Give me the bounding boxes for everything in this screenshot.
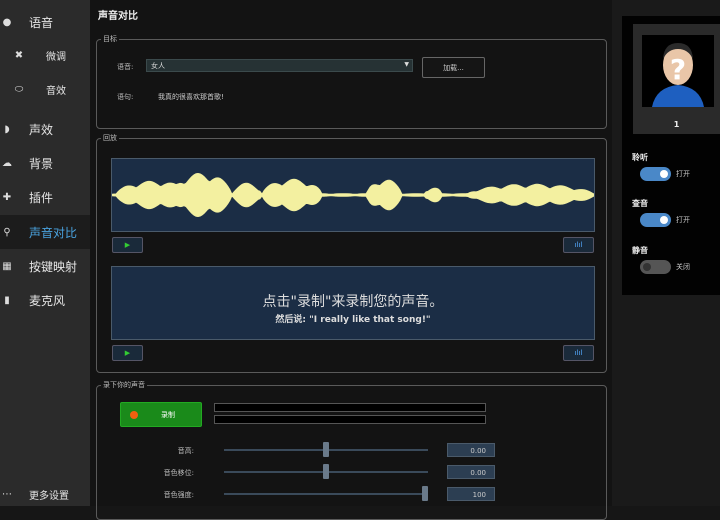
mute-label: 静音 [632,246,648,255]
sidebar-item-voice-compare[interactable]: ⚲ 声音对比 [0,215,90,249]
timbre-strength-slider[interactable] [224,486,428,501]
voice-icon: ● [2,16,12,28]
listen-toggle[interactable] [640,167,671,181]
chevron-down-icon: ▼ [404,61,409,68]
sidebar-item-microphone[interactable]: ▮ 麦克风 [0,283,90,317]
more-icon: ⋯ [2,488,12,500]
sentence-text: 我真的很喜欢那首歌! [158,93,224,101]
sidebar: ● 语音 ✖ 微调 ⬭ 音效 ◗ 声效 ☁ 背景 ✚ 插件 ⚲ 声音对比 ▦ 按键映射 ▮ 麦克风… [0,0,90,506]
level-meter-right [214,415,486,424]
page-title: 声音对比 [98,11,138,22]
sidebar-item-effect[interactable]: ⬭ 音效 [0,72,90,106]
user-card: ? 1 聆听 打开 查音 打开 静音 关闭 [622,16,720,295]
sidebar-item-voice[interactable]: ● 语音 [0,5,90,39]
timbre-shift-value[interactable]: 0.00 [447,465,495,479]
timbre-strength-label: 音色强度: [163,491,194,499]
lips-icon: ⬭ [14,83,24,95]
sidebar-item-background[interactable]: ☁ 背景 [0,146,90,180]
search-icon: ⚲ [3,226,11,238]
record-button-label: 录制 [161,411,175,419]
record-dot-icon [130,411,138,419]
play-recorded-button[interactable]: ▶ [112,345,143,361]
play-icon: ▶ [124,241,131,249]
avatar[interactable]: ? [642,35,714,107]
timbre-shift-label: 音色移位: [163,469,194,477]
check-voice-toggle[interactable] [640,213,671,227]
sidebar-item-keymap[interactable]: ▦ 按键映射 [0,249,90,283]
mute-state: 关闭 [676,263,690,271]
voice-value: 女人 [151,62,165,70]
sidebar-item-tune[interactable]: ✖ 微调 [0,38,90,72]
keyboard-icon: ▦ [2,260,12,272]
voice-select[interactable]: 女人 ▼ [146,59,413,72]
user-number: 1 [673,120,680,129]
check-voice-label: 查音 [632,199,648,208]
spectrum-target-button[interactable]: ılıl [563,237,594,253]
check-voice-state: 打开 [676,216,690,224]
pitch-slider[interactable] [224,442,428,457]
main-panel: 声音对比 目标 语音: 女人 ▼ 加载... 语句: 我真的很喜欢那首歌! 回放 … [90,0,612,520]
spectrum-icon: ılıl [574,349,583,357]
target-legend: 目标 [103,35,117,43]
timbre-shift-slider[interactable] [224,464,428,479]
target-group: 目标 [96,34,607,129]
level-meter-left [214,403,486,412]
sidebar-item-sound[interactable]: ◗ 声效 [0,112,90,146]
playback-legend: 回放 [103,134,117,142]
right-panel: ? 1 聆听 打开 查音 打开 静音 关闭 [612,0,720,506]
record-prompt-line2: 然后说: "I really like that song!" [275,315,431,325]
play-icon: ▶ [124,349,131,357]
sidebar-item-plugin[interactable]: ✚ 插件 [0,180,90,214]
spectrum-icon: ılıl [574,241,583,249]
pitch-label: 音高: [177,447,194,455]
voice-label: 语音: [117,63,134,71]
target-waveform [111,158,595,232]
record-button[interactable]: 录制 [120,402,202,427]
waveform-graphic [111,172,595,218]
listen-state: 打开 [676,170,690,178]
plugin-icon: ✚ [2,191,12,203]
load-button[interactable]: 加载... [422,57,485,78]
timbre-strength-value[interactable]: 100 [447,487,495,501]
tools-icon: ✖ [14,49,24,61]
listen-label: 聆听 [632,153,648,162]
spectrum-recorded-button[interactable]: ılıl [563,345,594,361]
play-target-button[interactable]: ▶ [112,237,143,253]
mute-toggle[interactable] [640,260,671,274]
microphone-icon: ▮ [4,294,10,306]
unknown-user-icon: ? [652,43,704,107]
record-legend: 录下你的声音 [103,381,145,389]
slider-handle[interactable] [323,442,329,457]
pitch-value[interactable]: 0.00 [447,443,495,457]
sound-icon: ◗ [4,123,10,135]
record-prompt-line1: 点击"录制"来录制您的声音。 [262,294,444,310]
slider-handle[interactable] [323,464,329,479]
avatar-box: ? 1 [633,24,720,134]
cloud-icon: ☁ [2,157,12,169]
svg-text:?: ? [670,53,686,86]
slider-handle[interactable] [422,486,428,501]
recorded-waveform: 点击"录制"来录制您的声音。 然后说: "I really like that … [111,266,595,340]
sentence-label: 语句: [117,93,134,101]
